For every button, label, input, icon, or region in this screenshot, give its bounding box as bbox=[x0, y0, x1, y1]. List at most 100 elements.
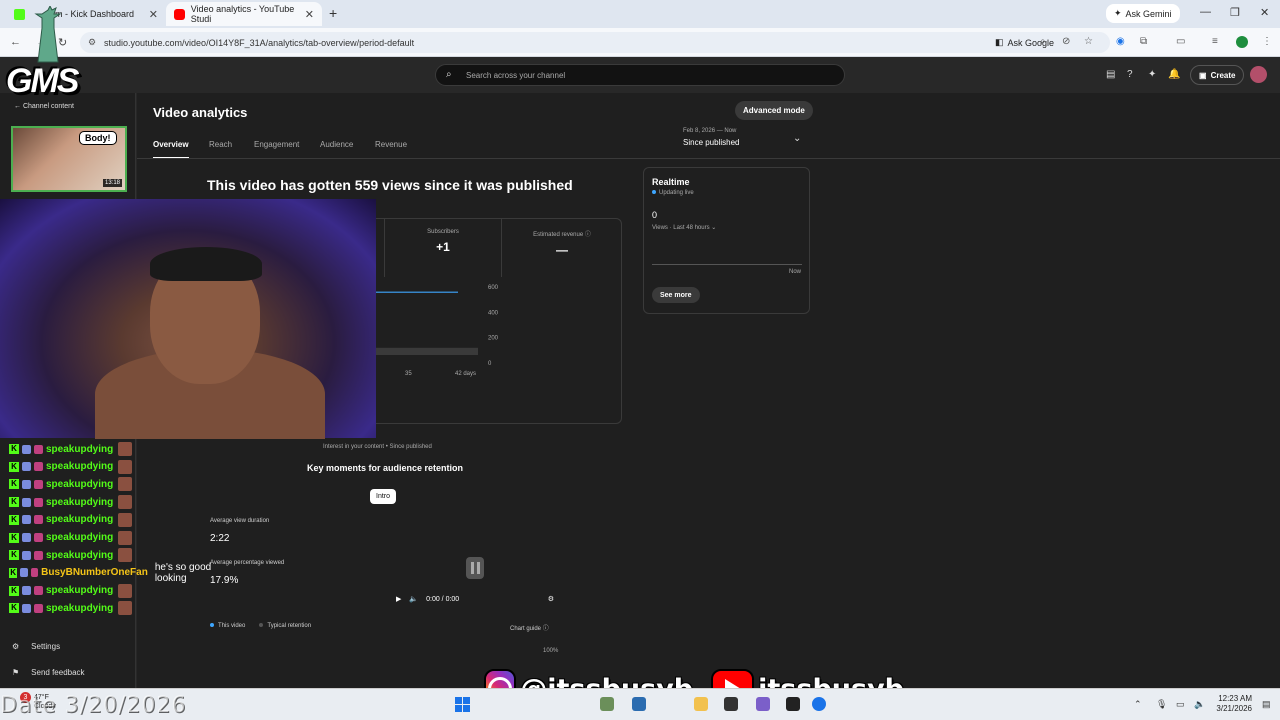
realtime-card: Realtime Updating live 0 Views · Last 48… bbox=[643, 167, 810, 314]
legend-label: Typical retention bbox=[267, 623, 312, 629]
taskbar-app-icon[interactable] bbox=[632, 697, 646, 711]
url-field[interactable]: ⚙ studio.youtube.com/video/OI14Y8F_31A/a… bbox=[80, 32, 1110, 53]
chat-username: speakupdying bbox=[46, 461, 114, 473]
tab-engagement[interactable]: Engagement bbox=[254, 140, 299, 149]
gift-badge-icon bbox=[34, 533, 43, 542]
gift-badge-icon bbox=[34, 586, 43, 596]
realtime-views-selector[interactable]: Views · Last 48 hours ⌄ bbox=[652, 224, 716, 231]
nav-settings[interactable]: ⚙ Settings bbox=[12, 642, 60, 651]
live-label: Updating live bbox=[659, 190, 694, 196]
comments-icon[interactable]: ▤ bbox=[1106, 69, 1115, 80]
gear-icon: ⚙ bbox=[12, 642, 20, 651]
taskbar-app-icon[interactable] bbox=[600, 697, 614, 711]
subscriber-badge-icon bbox=[22, 603, 31, 613]
back-icon[interactable]: ← bbox=[10, 36, 21, 48]
help-icon[interactable]: ? bbox=[1127, 69, 1133, 80]
chat-avatar bbox=[118, 512, 133, 527]
chat-message: Kspeakupdying bbox=[9, 583, 133, 599]
new-tab-button[interactable]: + bbox=[329, 5, 337, 21]
kick-badge-icon: K bbox=[9, 497, 19, 508]
eye-off-icon[interactable]: ⊘ bbox=[1062, 36, 1070, 47]
profile-avatar[interactable] bbox=[1236, 36, 1248, 48]
chat-avatar bbox=[118, 601, 133, 616]
see-more-button[interactable]: See more bbox=[652, 287, 700, 303]
cast-icon[interactable]: ▭ bbox=[1176, 36, 1185, 47]
notifications-icon[interactable]: ▤ bbox=[1262, 699, 1271, 710]
tab-video-analytics[interactable]: Video analytics - YouTube Studi ✕ bbox=[166, 2, 322, 26]
gift-badge-icon bbox=[34, 497, 43, 507]
advanced-mode-button[interactable]: Advanced mode bbox=[735, 101, 813, 120]
chat-username: speakupdying bbox=[46, 549, 114, 561]
kick-badge-icon: K bbox=[9, 585, 19, 596]
stat-subscribers[interactable]: Subscribers +1 bbox=[384, 219, 502, 277]
chat-avatar bbox=[118, 459, 133, 474]
tab-revenue[interactable]: Revenue bbox=[375, 140, 407, 149]
close-tab-icon[interactable]: ✕ bbox=[305, 8, 314, 21]
windows-start-icon[interactable] bbox=[455, 697, 470, 712]
extensions-puzzle-icon[interactable]: ⧉ bbox=[1140, 36, 1147, 47]
volume-icon[interactable]: 🔈 bbox=[1194, 699, 1205, 710]
realtime-baseline bbox=[652, 264, 802, 265]
gift-badge-icon bbox=[34, 479, 43, 489]
chat-username: speakupdying bbox=[46, 443, 114, 455]
microphone-icon[interactable]: 🎙 bbox=[1156, 699, 1167, 710]
interest-subtitle: Interest in your content • Since publish… bbox=[323, 444, 432, 450]
video-thumbnail[interactable]: Body! 13:18 bbox=[11, 126, 127, 192]
kick-badge-icon: K bbox=[9, 444, 19, 454]
ask-gemini-button[interactable]: ✦ Ask Gemini bbox=[1106, 4, 1180, 23]
maximize-icon[interactable]: ❐ bbox=[1230, 6, 1240, 19]
folder-icon[interactable] bbox=[694, 697, 708, 711]
kick-badge-icon: K bbox=[9, 461, 19, 472]
close-tab-icon[interactable]: ✕ bbox=[149, 8, 158, 21]
subscriber-badge-icon bbox=[22, 586, 31, 596]
account-avatar[interactable] bbox=[1250, 66, 1267, 83]
create-button[interactable]: ▣ Create bbox=[1190, 65, 1245, 85]
realtime-title: Realtime bbox=[652, 177, 690, 187]
taskbar-app-icon[interactable] bbox=[786, 697, 800, 711]
play-icon[interactable]: ▶ bbox=[396, 595, 401, 603]
period-selector[interactable]: Since published bbox=[683, 138, 739, 147]
tab-reach[interactable]: Reach bbox=[209, 140, 232, 149]
extension-icon[interactable]: ◉ bbox=[1116, 36, 1125, 47]
bookmark-star-icon[interactable]: ☆ bbox=[1084, 36, 1093, 47]
notifications-bell-icon[interactable]: 🔔 bbox=[1168, 69, 1180, 80]
reading-list-icon[interactable]: ≡ bbox=[1212, 36, 1218, 47]
taskbar-app-icon[interactable] bbox=[756, 697, 770, 711]
network-icon[interactable]: ▭ bbox=[1176, 699, 1185, 710]
sparkle-icon[interactable]: ✦ bbox=[1148, 69, 1156, 80]
minimize-icon[interactable]: — bbox=[1200, 6, 1211, 18]
site-info-icon[interactable]: ⚙ bbox=[88, 37, 96, 48]
stat-estimated-revenue[interactable]: Estimated revenue ⓘ — bbox=[502, 219, 622, 277]
kick-badge-icon: K bbox=[9, 567, 18, 578]
taskbar-app-icon[interactable] bbox=[724, 697, 738, 711]
player-time: 0:00 / 0:00 bbox=[426, 595, 460, 603]
nav-send-feedback[interactable]: ⚑ Send feedback bbox=[12, 668, 85, 677]
thumb-bubble: Body! bbox=[79, 131, 117, 145]
search-input[interactable]: ⌕ Search across your channel bbox=[435, 64, 845, 86]
tray-chevron-up-icon[interactable]: ⌃ bbox=[1134, 699, 1142, 710]
chrome-icon[interactable] bbox=[812, 697, 826, 711]
volume-icon[interactable]: 🔈 bbox=[409, 595, 418, 603]
player-settings-icon[interactable]: ⚙ bbox=[548, 595, 554, 603]
chat-avatar bbox=[118, 495, 133, 510]
menu-kebab-icon[interactable]: ⋮ bbox=[1262, 36, 1272, 47]
search-icon: ⌕ bbox=[446, 69, 452, 80]
legend-this-video[interactable]: This video bbox=[210, 623, 245, 629]
taskbar-clock[interactable]: 12:23 AM 3/21/2026 bbox=[1212, 694, 1252, 714]
date-watermark: Date 3/20/2026 bbox=[0, 693, 187, 718]
pause-icon[interactable] bbox=[466, 557, 484, 579]
thumb-duration: 13:18 bbox=[102, 179, 122, 187]
legend-typical[interactable]: Typical retention bbox=[259, 623, 311, 629]
chart-guide-button[interactable]: Chart guide ⓘ bbox=[510, 623, 549, 632]
chat-message: Kspeakupdying bbox=[9, 600, 133, 616]
video-player[interactable]: ▶ 🔈 0:00 / 0:00 ⚙ bbox=[386, 543, 562, 615]
retention-legend: This video Typical retention bbox=[210, 623, 311, 629]
channel-content-back[interactable]: ← Channel content bbox=[14, 103, 74, 110]
zoom-icon[interactable]: ⌕ bbox=[1040, 36, 1046, 47]
close-window-icon[interactable]: ✕ bbox=[1260, 6, 1269, 19]
intro-chip[interactable]: Intro bbox=[370, 489, 397, 504]
tab-overview[interactable]: Overview bbox=[153, 140, 189, 159]
chevron-down-icon[interactable]: ⌄ bbox=[793, 133, 801, 144]
realtime-value: 0 bbox=[652, 210, 658, 220]
tab-audience[interactable]: Audience bbox=[320, 140, 353, 149]
